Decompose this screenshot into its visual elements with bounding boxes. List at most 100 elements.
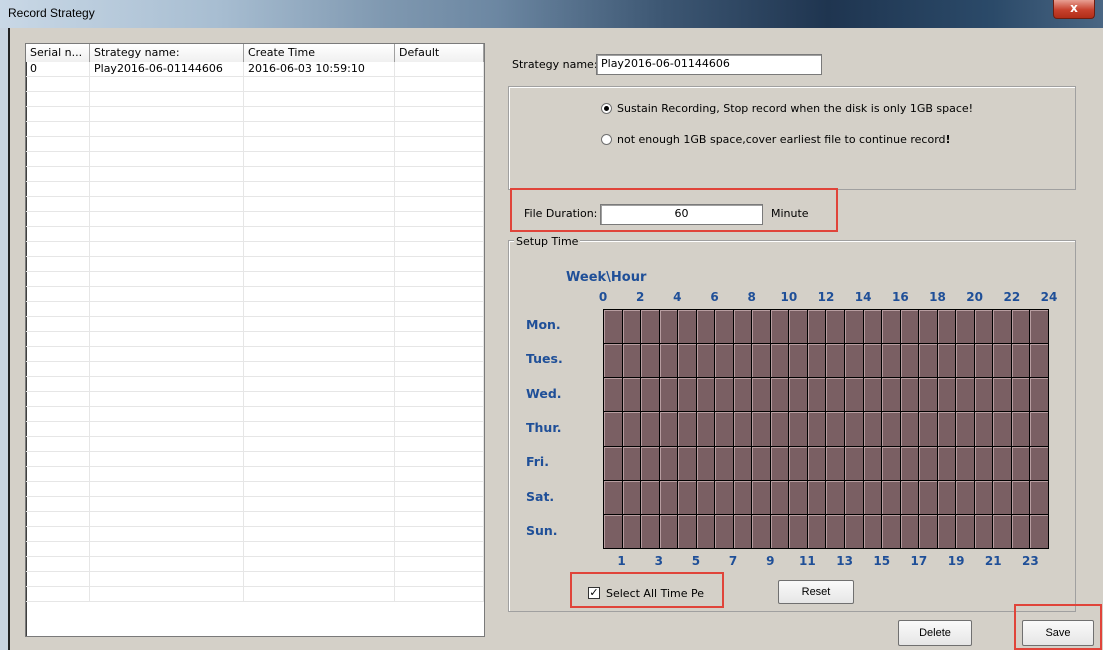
schedule-cell[interactable]: [696, 514, 715, 548]
schedule-cell[interactable]: [659, 446, 678, 480]
table-row[interactable]: 0 Play2016-06-01144606 2016-06-03 10:59:…: [26, 62, 484, 77]
schedule-cell[interactable]: [937, 480, 956, 514]
schedule-cell[interactable]: [752, 412, 770, 446]
schedule-cell[interactable]: [659, 378, 678, 412]
schedule-cell[interactable]: [733, 480, 752, 514]
schedule-cell[interactable]: [993, 480, 1011, 514]
schedule-cell[interactable]: [863, 412, 882, 446]
schedule-cell[interactable]: [715, 412, 733, 446]
schedule-cell[interactable]: [678, 446, 696, 480]
schedule-cell[interactable]: [604, 446, 622, 480]
schedule-cell[interactable]: [641, 310, 659, 344]
schedule-cell[interactable]: [919, 446, 937, 480]
schedule-cell[interactable]: [641, 412, 659, 446]
schedule-cell[interactable]: [974, 480, 993, 514]
schedule-cell[interactable]: [919, 310, 937, 344]
schedule-cell[interactable]: [733, 446, 752, 480]
schedule-cell[interactable]: [826, 446, 845, 480]
schedule-cell[interactable]: [641, 480, 659, 514]
schedule-cell[interactable]: [826, 514, 845, 548]
schedule-cell[interactable]: [659, 412, 678, 446]
schedule-cell[interactable]: [789, 344, 807, 378]
schedule-cell[interactable]: [752, 344, 770, 378]
schedule-cell[interactable]: [1011, 514, 1030, 548]
schedule-cell[interactable]: [956, 412, 974, 446]
schedule-cell[interactable]: [900, 344, 919, 378]
schedule-cell[interactable]: [845, 514, 863, 548]
schedule-cell[interactable]: [807, 446, 826, 480]
schedule-cell[interactable]: [863, 310, 882, 344]
schedule-cell[interactable]: [1030, 344, 1048, 378]
schedule-cell[interactable]: [770, 480, 789, 514]
schedule-cell[interactable]: [752, 514, 770, 548]
schedule-cell[interactable]: [1030, 480, 1048, 514]
schedule-cell[interactable]: [752, 480, 770, 514]
schedule-cell[interactable]: [733, 412, 752, 446]
schedule-cell[interactable]: [937, 378, 956, 412]
schedule-cell[interactable]: [863, 514, 882, 548]
schedule-cell[interactable]: [1030, 514, 1048, 548]
schedule-cell[interactable]: [696, 480, 715, 514]
schedule-cell[interactable]: [807, 514, 826, 548]
schedule-cell[interactable]: [696, 310, 715, 344]
schedule-cell[interactable]: [863, 344, 882, 378]
schedule-cell[interactable]: [993, 378, 1011, 412]
schedule-cell[interactable]: [1030, 378, 1048, 412]
schedule-cell[interactable]: [752, 446, 770, 480]
schedule-cell[interactable]: [1011, 344, 1030, 378]
column-header-default[interactable]: Default: [395, 44, 484, 62]
schedule-cell[interactable]: [956, 514, 974, 548]
schedule-cell[interactable]: [733, 378, 752, 412]
schedule-cell[interactable]: [826, 310, 845, 344]
schedule-cell[interactable]: [604, 344, 622, 378]
schedule-cell[interactable]: [696, 378, 715, 412]
schedule-grid[interactable]: [603, 309, 1049, 549]
schedule-cell[interactable]: [882, 446, 900, 480]
schedule-cell[interactable]: [604, 310, 622, 344]
schedule-cell[interactable]: [641, 514, 659, 548]
schedule-cell[interactable]: [919, 514, 937, 548]
strategy-list[interactable]: Serial n... Strategy name: Create Time D…: [25, 43, 485, 637]
schedule-cell[interactable]: [1030, 412, 1048, 446]
schedule-cell[interactable]: [993, 446, 1011, 480]
schedule-cell[interactable]: [807, 480, 826, 514]
radio-cover-label[interactable]: not enough 1GB space,cover earliest file…: [617, 133, 951, 146]
schedule-cell[interactable]: [919, 378, 937, 412]
schedule-cell[interactable]: [974, 446, 993, 480]
schedule-cell[interactable]: [733, 344, 752, 378]
strategy-name-input[interactable]: Play2016-06-01144606: [596, 54, 822, 75]
schedule-cell[interactable]: [1011, 378, 1030, 412]
schedule-cell[interactable]: [919, 480, 937, 514]
schedule-cell[interactable]: [900, 480, 919, 514]
schedule-cell[interactable]: [789, 480, 807, 514]
schedule-cell[interactable]: [956, 310, 974, 344]
schedule-cell[interactable]: [770, 310, 789, 344]
schedule-cell[interactable]: [882, 412, 900, 446]
schedule-cell[interactable]: [1030, 446, 1048, 480]
schedule-cell[interactable]: [641, 446, 659, 480]
schedule-cell[interactable]: [715, 480, 733, 514]
schedule-cell[interactable]: [696, 446, 715, 480]
schedule-cell[interactable]: [752, 310, 770, 344]
schedule-cell[interactable]: [882, 480, 900, 514]
schedule-cell[interactable]: [622, 310, 641, 344]
schedule-cell[interactable]: [622, 378, 641, 412]
schedule-cell[interactable]: [770, 344, 789, 378]
reset-button[interactable]: Reset: [778, 580, 854, 604]
schedule-cell[interactable]: [900, 378, 919, 412]
schedule-cell[interactable]: [622, 480, 641, 514]
schedule-cell[interactable]: [974, 344, 993, 378]
schedule-cell[interactable]: [974, 310, 993, 344]
schedule-cell[interactable]: [659, 480, 678, 514]
schedule-cell[interactable]: [1011, 412, 1030, 446]
schedule-cell[interactable]: [807, 310, 826, 344]
column-header-strategy-name[interactable]: Strategy name:: [90, 44, 244, 62]
schedule-cell[interactable]: [882, 378, 900, 412]
schedule-cell[interactable]: [696, 412, 715, 446]
schedule-cell[interactable]: [845, 412, 863, 446]
schedule-cell[interactable]: [604, 378, 622, 412]
schedule-cell[interactable]: [826, 480, 845, 514]
schedule-cell[interactable]: [696, 344, 715, 378]
schedule-cell[interactable]: [789, 310, 807, 344]
schedule-cell[interactable]: [678, 344, 696, 378]
